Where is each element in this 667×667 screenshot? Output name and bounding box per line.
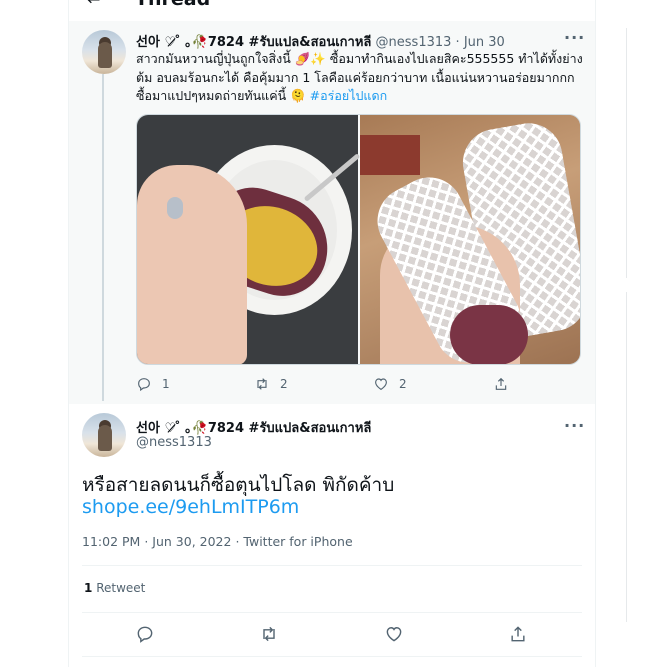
tweet-meta: 11:02 PM · Jun 30, 2022 · Twitter for iP…: [82, 534, 353, 549]
author-handle[interactable]: @ness1313: [376, 35, 452, 50]
divider: [82, 656, 582, 657]
tweet-source[interactable]: Twitter for iPhone: [243, 534, 352, 549]
timeline-right-border: [595, 0, 596, 667]
avatar[interactable]: [82, 30, 126, 74]
thread-header: ← Thread: [69, 0, 595, 12]
media-photo-2[interactable]: [360, 115, 580, 364]
divider: [82, 612, 582, 613]
avatar[interactable]: [82, 413, 126, 457]
reply-icon: [137, 626, 153, 643]
like-button[interactable]: 2: [373, 376, 407, 392]
hashtag-link[interactable]: #อร่อยไปแดก: [310, 88, 388, 103]
divider: [82, 565, 582, 566]
separator: ·: [455, 35, 460, 50]
retweet-icon: [263, 626, 275, 642]
separator: ·: [144, 534, 149, 549]
like-icon: [386, 627, 402, 642]
like-button[interactable]: [384, 624, 404, 648]
share-icon: [511, 626, 525, 642]
share-button[interactable]: [493, 376, 509, 392]
retweet-stats[interactable]: 1 Retweet: [84, 581, 145, 595]
reply-count: 1: [162, 377, 170, 391]
tweet-author-handle-line: @ness1313: [136, 435, 212, 450]
like-icon: [375, 378, 387, 390]
share-icon: [495, 377, 507, 390]
tweet-author-line: 선아 ♡̷̷ ̊ ｡🥀7824 #รับแปล&สอนเกาหลี @ness1…: [136, 31, 505, 52]
tweet-text: สาวกมันหวานญี่ปุ่นถูกใจสิ่งนี้ 🍠✨ ซื้อมา…: [136, 50, 591, 106]
thread-connector-line: [102, 74, 104, 401]
reply-button[interactable]: [135, 624, 155, 648]
tweet-link[interactable]: shope.ee/9ehLmITP6m: [82, 496, 299, 518]
author-display-name[interactable]: 선아 ♡̷̷ ̊ ｡🥀7824 #รับแปล&สอนเกาหลี: [136, 35, 371, 50]
sidebar-card-edge: [626, 292, 627, 622]
author-handle[interactable]: @ness1313: [136, 435, 212, 450]
retweet-icon: [257, 378, 267, 390]
tweet-date[interactable]: Jun 30, 2022: [152, 534, 231, 549]
reply-icon: [138, 378, 150, 392]
tweet-time[interactable]: 11:02 PM: [82, 534, 140, 549]
tweet-media[interactable]: [136, 114, 581, 365]
sidebar-card-edge: [626, 28, 627, 278]
retweet-button[interactable]: 2: [254, 376, 288, 392]
more-icon[interactable]: ···: [564, 28, 585, 47]
page-title: Thread: [135, 0, 210, 10]
separator: ·: [235, 534, 240, 549]
like-count: 2: [399, 377, 407, 391]
retweet-button[interactable]: [259, 624, 279, 648]
more-icon[interactable]: ···: [564, 416, 585, 435]
retweet-count: 2: [280, 377, 288, 391]
retweet-stat-number: 1: [84, 581, 93, 595]
retweet-stat-label: Retweet: [96, 581, 146, 595]
reply-button[interactable]: 1: [136, 376, 170, 392]
author-display-name[interactable]: 선아 ♡̷̷ ̊ ｡🥀7824 #รับแปล&สอนเกาหลี: [136, 421, 371, 436]
media-photo-1[interactable]: [137, 115, 361, 364]
tweet-date[interactable]: Jun 30: [464, 35, 505, 50]
arrow-left-icon[interactable]: ←: [87, 0, 100, 9]
share-button[interactable]: [508, 624, 528, 648]
